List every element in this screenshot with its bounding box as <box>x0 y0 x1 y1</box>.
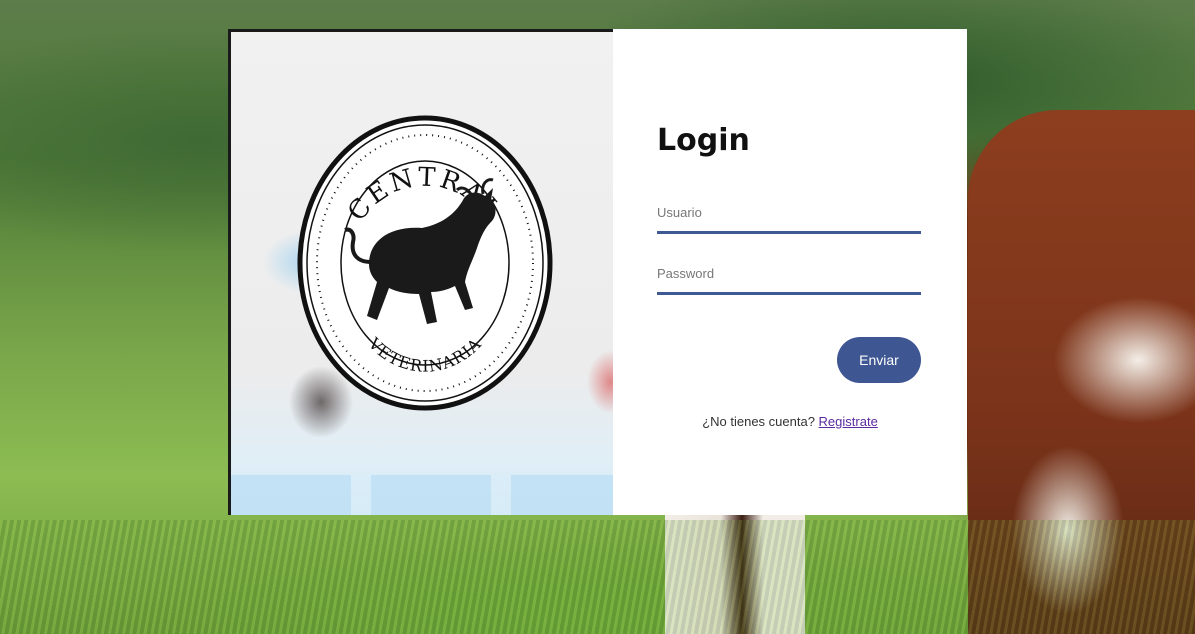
background-grass <box>0 520 1195 634</box>
register-link[interactable]: Registrate <box>819 414 878 429</box>
no-account-text: ¿No tienes cuenta? <box>702 414 815 429</box>
brand-panel-strip <box>231 475 613 515</box>
register-line: ¿No tienes cuenta? Registrate <box>613 414 967 429</box>
login-card: CENTRAL VETERINARIA Login Enviar ¿No tie… <box>228 29 967 515</box>
login-title: Login <box>657 123 750 158</box>
central-veterinaria-logo: CENTRAL VETERINARIA <box>297 115 553 411</box>
submit-button[interactable]: Enviar <box>837 337 921 383</box>
login-panel: Login Enviar ¿No tienes cuenta? Registra… <box>613 29 967 515</box>
password-input[interactable] <box>657 259 921 295</box>
brand-panel: CENTRAL VETERINARIA <box>228 29 613 515</box>
username-input[interactable] <box>657 198 921 234</box>
